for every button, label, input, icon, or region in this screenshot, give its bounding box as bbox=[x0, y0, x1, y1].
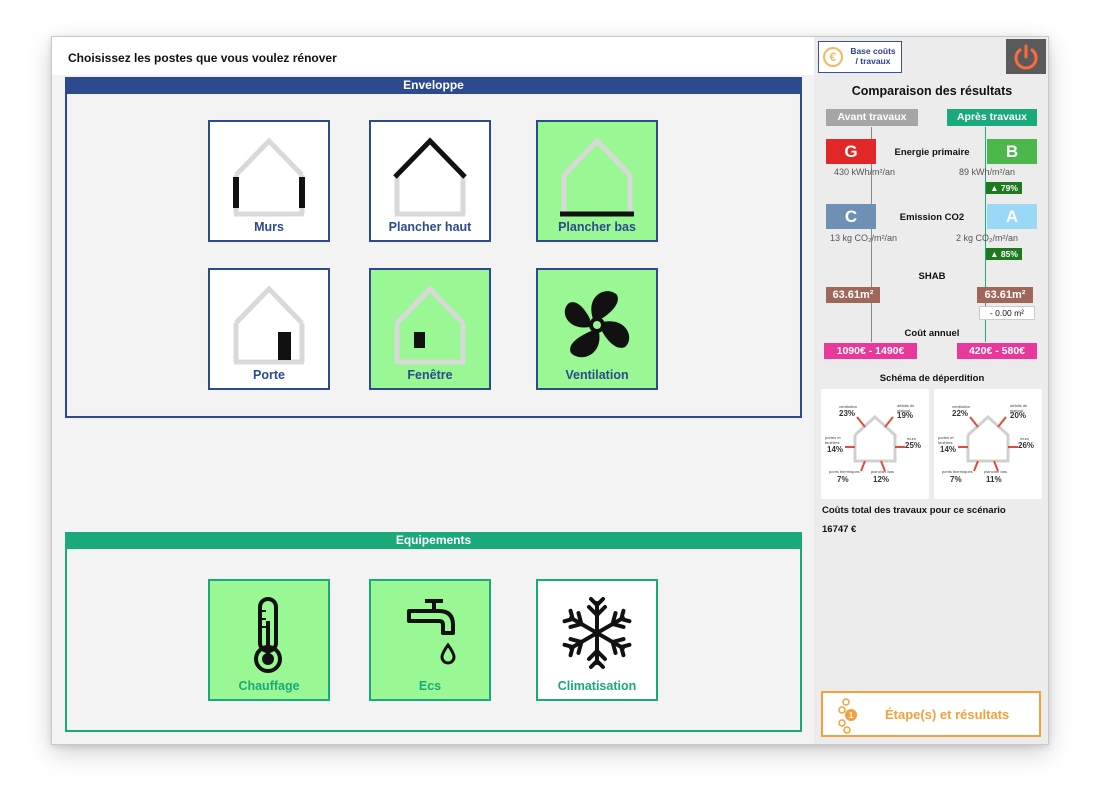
svg-text:1: 1 bbox=[849, 711, 854, 720]
tile-ecs[interactable]: Ecs bbox=[369, 579, 491, 701]
before-label: Avant travaux bbox=[826, 109, 918, 126]
total-cost-label: Coûts total des travaux pour ce scénario bbox=[822, 505, 1006, 516]
co2-before-value: 13 kg CO₂/m²/an bbox=[830, 233, 898, 243]
energy-label: Energie primaire bbox=[894, 147, 970, 158]
shab-after-value: 63.61m² bbox=[977, 287, 1033, 303]
tile-murs[interactable]: Murs bbox=[208, 120, 330, 242]
enveloppe-panel: Enveloppe Murs Plancher haut Plancher ba… bbox=[65, 77, 802, 418]
power-icon bbox=[1014, 44, 1038, 70]
euro-coin-icon: € bbox=[823, 47, 843, 67]
equipements-header: Equipements bbox=[65, 532, 802, 549]
tile-plancher-haut[interactable]: Plancher haut bbox=[369, 120, 491, 242]
shab-before-value: 63.61m² bbox=[826, 287, 880, 303]
tile-label: Murs bbox=[254, 220, 284, 234]
power-button[interactable] bbox=[1006, 39, 1046, 74]
tile-label: Chauffage bbox=[238, 679, 300, 693]
cost-before-value: 1090€ - 1490€ bbox=[824, 343, 917, 359]
steps-icon: 1 bbox=[838, 698, 857, 734]
schema-before: ventilation 23% défaits de plafond 19% p… bbox=[821, 389, 929, 499]
energy-before-value: 430 kWh/m²/an bbox=[834, 167, 896, 177]
energy-delta-badge: ▲ 79% bbox=[986, 182, 1022, 194]
co2-delta-badge: ▲ 85% bbox=[986, 248, 1022, 260]
steps-results-button[interactable]: 1 Étape(s) et résultats bbox=[821, 691, 1041, 737]
results-sidebar: € Base coûts / travaux Comparaison des r… bbox=[814, 37, 1048, 744]
tile-fenetre[interactable]: Fenêtre bbox=[369, 268, 491, 390]
tile-label: Fenêtre bbox=[407, 368, 453, 382]
base-couts-label-2: / travaux bbox=[855, 56, 891, 66]
cost-label: Coût annuel bbox=[904, 328, 960, 339]
tile-label: Porte bbox=[253, 368, 285, 382]
co2-after-class: A bbox=[987, 204, 1037, 229]
tile-label: Plancher bas bbox=[558, 220, 636, 234]
tile-label: Plancher haut bbox=[388, 220, 472, 234]
app-window: Choisissez les postes que vous voulez ré… bbox=[51, 36, 1049, 745]
enveloppe-header: Enveloppe bbox=[65, 77, 802, 94]
tile-label: Climatisation bbox=[557, 679, 637, 693]
tile-ventilation[interactable]: Ventilation bbox=[536, 268, 658, 390]
tile-label: Ventilation bbox=[565, 368, 629, 382]
compare-title: Comparaison des résultats bbox=[851, 84, 1013, 98]
energy-after-value: 89 kWh/m²/an bbox=[959, 167, 1016, 177]
equipements-panel: Equipements Chauffage Ecs Climatisation bbox=[65, 532, 802, 732]
co2-after-value: 2 kg CO₂/m²/an bbox=[956, 233, 1019, 243]
schema-after: ventilation 22% défaits de plafond 20% p… bbox=[934, 389, 1042, 499]
co2-label: Emission CO2 bbox=[899, 212, 965, 223]
page-title: Choisissez les postes que vous voulez ré… bbox=[68, 51, 337, 65]
cost-after-value: 420€ - 580€ bbox=[957, 343, 1037, 359]
base-couts-button[interactable]: € Base coûts / travaux bbox=[818, 41, 902, 73]
after-label: Après travaux bbox=[947, 109, 1037, 126]
total-cost-value: 16747 € bbox=[822, 524, 857, 535]
shab-label: SHAB bbox=[918, 271, 946, 282]
energy-after-class: B bbox=[987, 139, 1037, 164]
energy-before-class: G bbox=[826, 139, 876, 164]
tile-climatisation[interactable]: Climatisation bbox=[536, 579, 658, 701]
tile-porte[interactable]: Porte bbox=[208, 268, 330, 390]
schema-label: Schéma de déperdition bbox=[879, 373, 985, 384]
co2-before-class: C bbox=[826, 204, 876, 229]
tile-chauffage[interactable]: Chauffage bbox=[208, 579, 330, 701]
main-area: Choisissez les postes que vous voulez ré… bbox=[52, 37, 814, 744]
shab-delta: - 0.00 m² bbox=[979, 306, 1035, 320]
steps-results-label: Étape(s) et résultats bbox=[885, 707, 1010, 722]
base-couts-label-1: Base coûts bbox=[850, 46, 896, 56]
tile-label: Ecs bbox=[418, 679, 442, 693]
tile-plancher-bas[interactable]: Plancher bas bbox=[536, 120, 658, 242]
